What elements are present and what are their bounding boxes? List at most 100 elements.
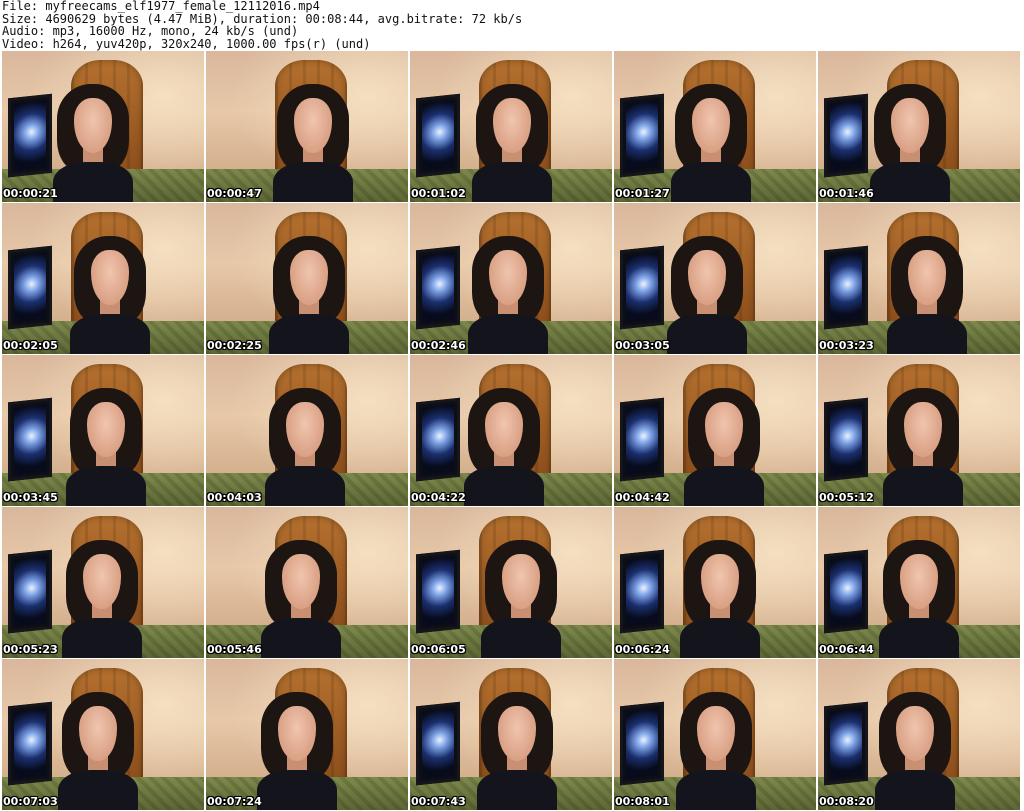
video-frame-thumbnail: 00:05:23: [2, 507, 204, 658]
frame-timestamp: 00:04:03: [207, 491, 262, 504]
video-frame-thumbnail: 00:04:03: [206, 355, 408, 506]
frame-timestamp: 00:06:05: [411, 643, 466, 656]
tv-screen: [620, 701, 665, 786]
video-info-line: Video: h264, yuv420p, 320x240, 1000.00 f…: [2, 36, 371, 51]
frame-timestamp: 00:07:43: [411, 795, 466, 808]
video-frame-thumbnail: 00:00:21: [2, 51, 204, 202]
tv-screen: [416, 93, 461, 178]
torso: [61, 617, 143, 658]
person: [666, 236, 748, 354]
video-frame-thumbnail: 00:04:22: [410, 355, 612, 506]
person: [268, 236, 350, 354]
torso: [69, 313, 151, 354]
person: [476, 692, 558, 810]
tv-picture: [14, 404, 47, 475]
tv-screen: [8, 397, 53, 482]
person: [480, 540, 562, 658]
frame-timestamp: 00:01:27: [615, 187, 670, 200]
torso: [256, 769, 338, 810]
tv-screen: [620, 245, 665, 330]
frame-timestamp: 00:03:45: [3, 491, 58, 504]
frame-timestamp: 00:02:05: [3, 339, 58, 352]
person: [256, 692, 338, 810]
tv-screen: [824, 245, 869, 330]
person: [683, 388, 765, 506]
frame-timestamp: 00:00:47: [207, 187, 262, 200]
frame-timestamp: 00:05:46: [207, 643, 262, 656]
file-name-line: File: myfreecams_elf1977_female_12112016…: [2, 0, 320, 13]
tv-screen: [824, 397, 869, 482]
tv-screen: [8, 93, 53, 178]
tv-screen: [824, 701, 869, 786]
person: [463, 388, 545, 506]
video-frame-thumbnail: 00:07:03: [2, 659, 204, 810]
frame-timestamp: 00:07:03: [3, 795, 58, 808]
person: [52, 84, 134, 202]
tv-screen: [8, 549, 53, 634]
tv-picture: [14, 708, 47, 779]
torso: [886, 313, 968, 354]
person: [874, 692, 956, 810]
tv-screen: [416, 245, 461, 330]
tv-picture: [422, 404, 455, 475]
frame-timestamp: 00:03:23: [819, 339, 874, 352]
frame-timestamp: 00:07:24: [207, 795, 262, 808]
torso: [52, 161, 134, 202]
frame-timestamp: 00:08:20: [819, 795, 874, 808]
tv-picture: [626, 708, 659, 779]
torso: [878, 617, 960, 658]
person: [61, 540, 143, 658]
person: [675, 692, 757, 810]
person: [69, 236, 151, 354]
frame-timestamp: 00:03:05: [615, 339, 670, 352]
torso: [268, 313, 350, 354]
video-frame-thumbnail: 00:01:02: [410, 51, 612, 202]
torso: [480, 617, 562, 658]
frame-timestamp: 00:02:25: [207, 339, 262, 352]
person: [471, 84, 553, 202]
frame-timestamp: 00:08:01: [615, 795, 670, 808]
frame-timestamp: 00:01:46: [819, 187, 874, 200]
tv-picture: [14, 556, 47, 627]
tv-screen: [416, 549, 461, 634]
file-info-header: File: myfreecams_elf1977_female_12112016…: [2, 0, 1022, 50]
tv-picture: [422, 252, 455, 323]
video-frame-thumbnail: 00:03:23: [818, 203, 1020, 354]
torso: [666, 313, 748, 354]
tv-picture: [14, 252, 47, 323]
person: [886, 236, 968, 354]
tv-screen: [8, 701, 53, 786]
torso: [471, 161, 553, 202]
tv-picture: [422, 708, 455, 779]
video-frame-thumbnail: 00:08:01: [614, 659, 816, 810]
torso: [679, 617, 761, 658]
video-frame-thumbnail: 00:07:43: [410, 659, 612, 810]
tv-screen: [416, 701, 461, 786]
frame-timestamp: 00:04:22: [411, 491, 466, 504]
tv-picture: [14, 100, 47, 171]
frame-timestamp: 00:06:44: [819, 643, 874, 656]
tv-picture: [422, 100, 455, 171]
tv-picture: [830, 708, 863, 779]
person: [670, 84, 752, 202]
tv-screen: [620, 93, 665, 178]
torso: [683, 465, 765, 506]
torso: [57, 769, 139, 810]
person: [272, 84, 354, 202]
torso: [272, 161, 354, 202]
video-frame-thumbnail: 00:05:12: [818, 355, 1020, 506]
video-frame-thumbnail: 00:03:45: [2, 355, 204, 506]
video-frame-thumbnail: 00:02:05: [2, 203, 204, 354]
video-frame-thumbnail: 00:07:24: [206, 659, 408, 810]
video-frame-thumbnail: 00:06:24: [614, 507, 816, 658]
tv-picture: [626, 252, 659, 323]
video-frame-thumbnail: 00:06:05: [410, 507, 612, 658]
video-frame-thumbnail: 00:00:47: [206, 51, 408, 202]
person: [260, 540, 342, 658]
video-frame-thumbnail: 00:03:05: [614, 203, 816, 354]
tv-screen: [620, 549, 665, 634]
torso: [463, 465, 545, 506]
tv-picture: [626, 556, 659, 627]
frame-timestamp: 00:04:42: [615, 491, 670, 504]
video-frame-thumbnail: 00:04:42: [614, 355, 816, 506]
